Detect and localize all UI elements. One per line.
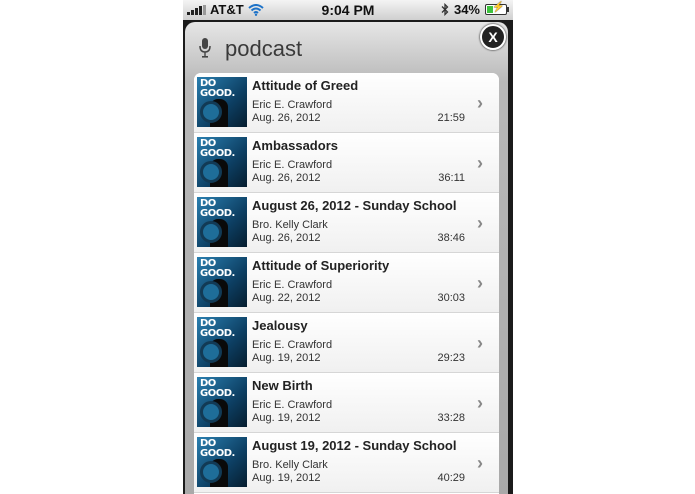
episode-duration: 29:23 <box>437 352 465 364</box>
status-bar: AT&T 9:04 PM 34% ⚡ <box>183 0 513 20</box>
chevron-right-icon[interactable]: › <box>477 334 489 352</box>
battery-icon: ⚡ <box>485 2 509 15</box>
episode-date: Aug. 22, 2012 <box>252 292 321 304</box>
episode-date: Aug. 26, 2012 <box>252 172 321 184</box>
microphone-icon <box>199 38 211 58</box>
episode-date: Aug. 19, 2012 <box>252 472 321 484</box>
thumbnail-lens <box>200 281 222 303</box>
chevron-right-icon[interactable]: › <box>477 274 489 292</box>
episode-duration: 40:29 <box>437 472 465 484</box>
thumbnail-lens <box>200 461 222 483</box>
chevron-right-icon[interactable]: › <box>477 94 489 112</box>
episode-duration: 36:11 <box>438 172 465 184</box>
episode-author: Eric E. Crawford <box>252 279 333 291</box>
thumbnail-logo: DO GOOD. <box>200 318 235 339</box>
episode-duration: 33:28 <box>437 412 465 424</box>
close-button[interactable]: X <box>480 24 506 50</box>
episode-thumbnail: DO GOOD. <box>197 437 247 487</box>
page-title: podcast <box>225 36 303 61</box>
episode-date: Aug. 26, 2012 <box>252 232 321 244</box>
battery-percent: 34% <box>453 2 480 17</box>
episode-author: Eric E. Crawford <box>252 99 333 111</box>
chevron-right-icon[interactable]: › <box>477 154 489 172</box>
episode-thumbnail: DO GOOD. <box>197 77 247 127</box>
panel-header: podcast X <box>185 22 508 72</box>
episode-duration: 21:59 <box>437 112 465 124</box>
episode-date: Aug. 19, 2012 <box>252 412 321 424</box>
thumbnail-lens <box>200 401 222 423</box>
phone-screen: AT&T 9:04 PM 34% ⚡ podcast X DO GOOD. At… <box>183 0 513 494</box>
episode-date: Aug. 26, 2012 <box>252 112 321 124</box>
status-right: 34% ⚡ <box>441 2 509 17</box>
bluetooth-icon <box>441 3 449 16</box>
episode-title: Attitude of Superiority <box>252 258 390 273</box>
episode-thumbnail: DO GOOD. <box>197 137 247 187</box>
thumbnail-lens <box>200 221 222 243</box>
episode-duration: 38:46 <box>437 232 465 244</box>
chevron-right-icon[interactable]: › <box>477 454 489 472</box>
episode-author: Eric E. Crawford <box>252 159 333 171</box>
episode-thumbnail: DO GOOD. <box>197 197 247 247</box>
thumbnail-logo: DO GOOD. <box>200 378 235 399</box>
episode-thumbnail: DO GOOD. <box>197 257 247 307</box>
thumbnail-lens <box>200 341 222 363</box>
episode-title: New Birth <box>252 378 313 393</box>
thumbnail-lens <box>200 161 222 183</box>
episode-author: Eric E. Crawford <box>252 339 333 351</box>
episode-title: August 19, 2012 - Sunday School <box>252 438 457 453</box>
thumbnail-lens <box>200 101 222 123</box>
chevron-right-icon[interactable]: › <box>477 394 489 412</box>
thumbnail-logo: DO GOOD. <box>200 258 235 279</box>
episode-row[interactable]: DO GOOD. Attitude of Greed Eric E. Crawford… <box>194 73 499 133</box>
charging-bolt-icon: ⚡ <box>492 2 505 13</box>
episode-title: Jealousy <box>252 318 308 333</box>
episode-row[interactable]: DO GOOD. Jealousy Eric E. Crawford Aug. 19, … <box>194 313 499 373</box>
thumbnail-logo: DO GOOD. <box>200 78 235 99</box>
close-icon: X <box>488 29 498 45</box>
chevron-right-icon[interactable]: › <box>477 214 489 232</box>
episode-row[interactable]: DO GOOD. August 26, 2012 - Sunday School Br… <box>194 193 499 253</box>
episode-row[interactable]: DO GOOD. August 19, 2012 - Sunday School Br… <box>194 433 499 493</box>
episode-duration: 30:03 <box>437 292 465 304</box>
thumbnail-logo: DO GOOD. <box>200 438 235 459</box>
episode-author: Bro. Kelly Clark <box>252 219 328 231</box>
episode-row[interactable]: DO GOOD. New Birth Eric E. Crawford Aug. 19,… <box>194 373 499 433</box>
episode-title: August 26, 2012 - Sunday School <box>252 198 457 213</box>
episode-author: Eric E. Crawford <box>252 399 333 411</box>
episode-thumbnail: DO GOOD. <box>197 377 247 427</box>
episode-date: Aug. 19, 2012 <box>252 352 321 364</box>
thumbnail-logo: DO GOOD. <box>200 198 235 219</box>
podcast-panel: podcast X DO GOOD. Attitude of Greed Eric E… <box>185 22 508 494</box>
episode-title: Attitude of Greed <box>252 78 359 93</box>
episode-row[interactable]: DO GOOD. Attitude of Superiority Eric E. Cr… <box>194 253 499 313</box>
episode-title: Ambassadors <box>252 138 338 153</box>
thumbnail-logo: DO GOOD. <box>200 138 235 159</box>
episode-author: Bro. Kelly Clark <box>252 459 328 471</box>
episode-list: DO GOOD. Attitude of Greed Eric E. Crawford… <box>194 73 499 494</box>
episode-row[interactable]: DO GOOD. Ambassadors Eric E. Crawford Aug. 2… <box>194 133 499 193</box>
episode-thumbnail: DO GOOD. <box>197 317 247 367</box>
